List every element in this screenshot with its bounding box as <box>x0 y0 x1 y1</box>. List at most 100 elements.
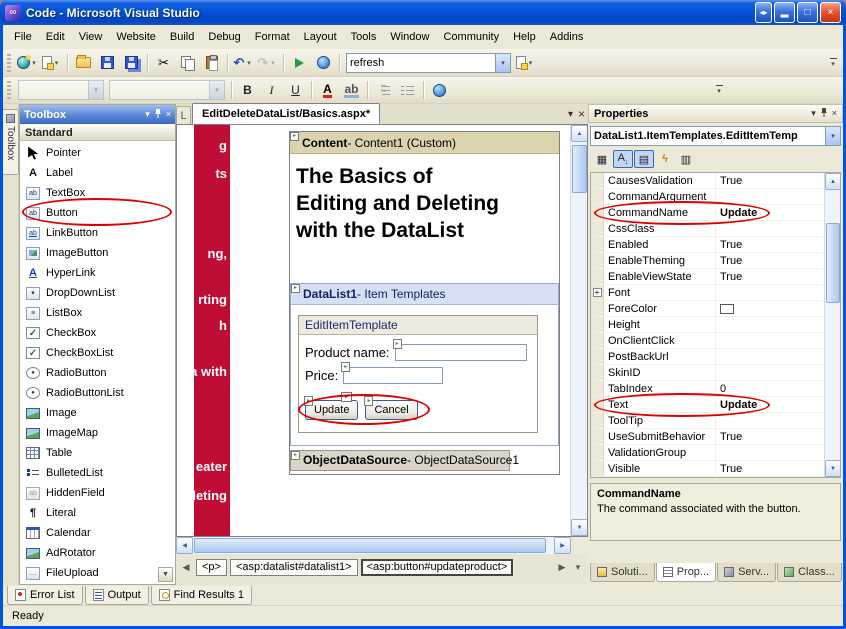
font-color-button[interactable]: A <box>316 79 339 101</box>
menu-item-addins[interactable]: Addins <box>543 27 591 47</box>
highlight-button[interactable]: ab <box>340 79 363 101</box>
close-button[interactable]: × <box>820 2 841 23</box>
edititemtemplate-region[interactable]: EditItemTemplate Product name: ▸ Price: <box>298 315 538 433</box>
combo-dropdown-button[interactable]: ▾ <box>495 54 510 72</box>
document-tab-active[interactable]: EditDeleteDataList/Basics.aspx* <box>192 103 380 124</box>
italic-button[interactable]: I <box>260 79 283 101</box>
properties-scrollbar[interactable]: ▲ ▼ <box>824 173 840 477</box>
toolbox-item-hiddenfield[interactable]: abHiddenField <box>20 483 175 503</box>
menu-item-build[interactable]: Build <box>163 27 201 47</box>
property-value[interactable]: True <box>716 173 824 188</box>
toolbox-item-checkboxlist[interactable]: ✓CheckBoxList <box>20 343 175 363</box>
menu-item-view[interactable]: View <box>72 27 110 47</box>
property-row-visible[interactable]: VisibleTrue <box>591 461 824 477</box>
toolbar-overflow-button[interactable]: ▾ <box>712 85 726 95</box>
property-row-onclientclick[interactable]: OnClientClick <box>591 333 824 349</box>
property-row-font[interactable]: +Font <box>591 285 824 301</box>
menu-item-file[interactable]: File <box>7 27 39 47</box>
style-input[interactable] <box>19 84 88 96</box>
toolbar-grip[interactable] <box>7 81 11 99</box>
property-row-enableviewstate[interactable]: EnableViewStateTrue <box>591 269 824 285</box>
window-position-icon[interactable]: ▾ <box>145 110 150 119</box>
toolbox-item-textbox[interactable]: abTextBox <box>20 183 175 203</box>
find-in-files-button[interactable]: ▾ <box>514 52 537 74</box>
save-all-button[interactable] <box>120 52 143 74</box>
property-row-text[interactable]: TextUpdate <box>591 397 824 413</box>
close-icon[interactable]: × <box>166 110 171 119</box>
property-row-causesvalidation[interactable]: CausesValidationTrue <box>591 173 824 189</box>
paste-button[interactable] <box>200 52 223 74</box>
toolbox-item-label[interactable]: ALabel <box>20 163 175 183</box>
toolbox-item-radiobuttonlist[interactable]: ●RadioButtonList <box>20 383 175 403</box>
tag-crumb[interactable]: <asp:button#updateproduct> <box>361 559 514 576</box>
pin-icon[interactable] <box>154 109 162 121</box>
cancel-button[interactable]: ▸Cancel <box>365 400 417 420</box>
numbered-list-button[interactable] <box>372 79 395 101</box>
toolbar-overflow-button[interactable]: ▾ <box>826 58 840 68</box>
property-row-enabled[interactable]: EnabledTrue <box>591 237 824 253</box>
content-region[interactable]: ▸ Content - Content1 (Custom) The Basics… <box>289 131 560 475</box>
toolbox-item-hyperlink[interactable]: AHyperLink <box>20 263 175 283</box>
pin-icon[interactable] <box>820 108 828 120</box>
document-tab-partial[interactable]: L <box>176 106 191 124</box>
title-bar[interactable]: ∞ Code - Microsoft Visual Studio ◂▸ ▂ □ … <box>0 0 846 25</box>
style-combo[interactable]: ▾ <box>18 80 104 100</box>
property-row-postbackurl[interactable]: PostBackUrl <box>591 349 824 365</box>
hyperlink-button[interactable] <box>428 79 451 101</box>
document-list-icon[interactable]: ▾ <box>568 109 573 120</box>
objectdatasource-control[interactable]: ▸ ObjectDataSource - ObjectDataSource1 <box>290 450 510 471</box>
property-value[interactable]: True <box>716 269 824 284</box>
dock-window-button[interactable]: ◂▸ <box>755 2 772 23</box>
toolbox-item-table[interactable]: Table <box>20 443 175 463</box>
combo-dropdown-button[interactable]: ▾ <box>209 81 224 99</box>
property-value[interactable] <box>716 317 824 332</box>
toolbox-item-dropdownlist[interactable]: ▾DropDownList <box>20 283 175 303</box>
panel-tab-serv[interactable]: Serv... <box>717 563 776 582</box>
horizontal-scroll-thumb[interactable] <box>194 538 546 553</box>
property-value[interactable]: True <box>716 461 824 476</box>
font-input[interactable] <box>110 84 209 96</box>
menu-item-window[interactable]: Window <box>383 27 436 47</box>
scroll-left-icon[interactable]: ◀ <box>176 537 193 554</box>
expand-icon[interactable]: + <box>593 288 602 297</box>
property-row-skinid[interactable]: SkinID <box>591 365 824 381</box>
scroll-up-icon[interactable]: ▲ <box>571 125 588 142</box>
menu-item-website[interactable]: Website <box>109 27 163 47</box>
datalist-header[interactable]: ▸ DataList1 - Item Templates <box>291 284 558 305</box>
scroll-up-icon[interactable]: ▲ <box>825 173 841 190</box>
property-value[interactable]: True <box>716 237 824 252</box>
add-new-item-button[interactable]: ▾ <box>40 52 63 74</box>
toolbox-item-literal[interactable]: ¶Literal <box>20 503 175 523</box>
bulleted-list-button[interactable] <box>396 79 419 101</box>
search-input[interactable] <box>347 57 495 69</box>
property-row-forecolor[interactable]: ForeColor <box>591 301 824 317</box>
toolbox-item-listbox[interactable]: ≡ListBox <box>20 303 175 323</box>
save-button[interactable] <box>96 52 119 74</box>
open-file-button[interactable] <box>72 52 95 74</box>
property-row-enabletheming[interactable]: EnableThemingTrue <box>591 253 824 269</box>
toolbox-category-standard[interactable]: Standard <box>20 124 175 141</box>
toolbar-grip[interactable] <box>7 54 11 72</box>
property-row-tooltip[interactable]: ToolTip <box>591 413 824 429</box>
window-position-icon[interactable]: ▾ <box>811 109 816 118</box>
menu-item-format[interactable]: Format <box>248 27 297 47</box>
property-value[interactable]: True <box>716 253 824 268</box>
underline-button[interactable]: U <box>284 79 307 101</box>
datalist-control[interactable]: ▸ DataList1 - Item Templates EditItemTem… <box>290 283 559 446</box>
property-value[interactable] <box>716 365 824 380</box>
edititemtemplate-header[interactable]: EditItemTemplate <box>299 316 537 335</box>
property-value[interactable] <box>716 301 824 316</box>
design-surface[interactable]: gtsng,rtingha witheaterleting ▸ Content … <box>176 125 588 537</box>
menu-item-help[interactable]: Help <box>506 27 543 47</box>
property-row-commandargument[interactable]: CommandArgument <box>591 189 824 205</box>
search-combo[interactable]: ▾ <box>346 53 511 73</box>
categorized-button[interactable]: ▦ <box>592 150 612 168</box>
product-name-input[interactable] <box>395 344 527 361</box>
scroll-down-icon[interactable]: ▼ <box>825 460 841 477</box>
properties-header[interactable]: Properties ▾ × <box>588 104 843 123</box>
content-region-header[interactable]: ▸ Content - Content1 (Custom) <box>290 132 559 154</box>
minimize-button[interactable]: ▂ <box>774 2 795 23</box>
menu-item-tools[interactable]: Tools <box>344 27 384 47</box>
menu-item-layout[interactable]: Layout <box>297 27 344 47</box>
maximize-button[interactable]: □ <box>797 2 818 23</box>
